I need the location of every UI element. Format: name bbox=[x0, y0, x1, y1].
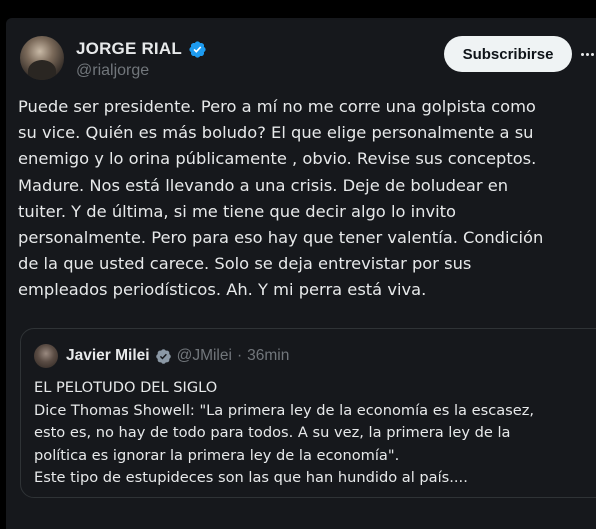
quoted-author-avatar[interactable] bbox=[34, 344, 58, 368]
tweet-line: Madure. Nos está llevando a una crisis. … bbox=[18, 175, 509, 195]
more-options-icon[interactable] bbox=[581, 46, 596, 62]
quoted-line: política es ignorar la primera ley de la… bbox=[34, 446, 400, 464]
quoted-tweet-header: Javier Milei @JMilei · 36min bbox=[66, 345, 289, 367]
tweet-line: de la que usted carece. Solo se deja ent… bbox=[18, 254, 472, 274]
author-avatar[interactable] bbox=[20, 36, 64, 80]
tweet-line: su vice. Quién es más boludo? El que eli… bbox=[18, 123, 534, 143]
tweet-text: Puede ser presidente. Pero a mí no me co… bbox=[18, 94, 596, 304]
tweet-line: tuiter. Y de última, si me tiene que dec… bbox=[18, 201, 456, 221]
tweet-line: personalmente. Pero para eso hay que ten… bbox=[18, 227, 544, 247]
author-name-row: JORGE RIAL bbox=[76, 38, 207, 60]
tweet-line: empleados periodísticos. Ah. Y mi perra … bbox=[18, 280, 427, 300]
tweet-card: JORGE RIAL @rialjorge Subscribirse Puede… bbox=[6, 18, 596, 529]
verified-badge-icon bbox=[155, 348, 171, 364]
quoted-tweet[interactable]: Javier Milei @JMilei · 36min EL PELOTUDO… bbox=[20, 328, 596, 498]
quoted-author-name[interactable]: Javier Milei bbox=[66, 347, 150, 365]
tweet-line: Puede ser presidente. Pero a mí no me co… bbox=[18, 97, 536, 116]
quoted-line: Este tipo de estupideces son las que han… bbox=[34, 469, 468, 486]
author-handle[interactable]: @rialjorge bbox=[76, 62, 149, 80]
quoted-author-handle[interactable]: @JMilei bbox=[177, 347, 232, 365]
quoted-tweet-text: EL PELOTUDO DEL SIGLO Dice Thomas Showel… bbox=[34, 377, 534, 490]
verified-badge-icon bbox=[189, 40, 206, 58]
more-dot bbox=[586, 52, 589, 56]
screenshot-frame: JORGE RIAL @rialjorge Subscribirse Puede… bbox=[0, 0, 596, 529]
quoted-line: Dice Thomas Showell: "La primera ley de … bbox=[34, 401, 535, 419]
author-name[interactable]: JORGE RIAL bbox=[76, 39, 182, 59]
quoted-line: esto es, no hay de todo para todos. A su… bbox=[34, 424, 511, 441]
more-dot bbox=[591, 52, 594, 56]
subscribe-button[interactable]: Subscribirse bbox=[444, 36, 572, 72]
quoted-timestamp[interactable]: 36min bbox=[247, 347, 289, 365]
more-dot bbox=[581, 52, 584, 56]
quoted-line: EL PELOTUDO DEL SIGLO bbox=[34, 379, 218, 396]
tweet-line: enemigo y lo orina públicamente , obvio.… bbox=[18, 149, 537, 169]
meta-separator: · bbox=[236, 347, 243, 364]
